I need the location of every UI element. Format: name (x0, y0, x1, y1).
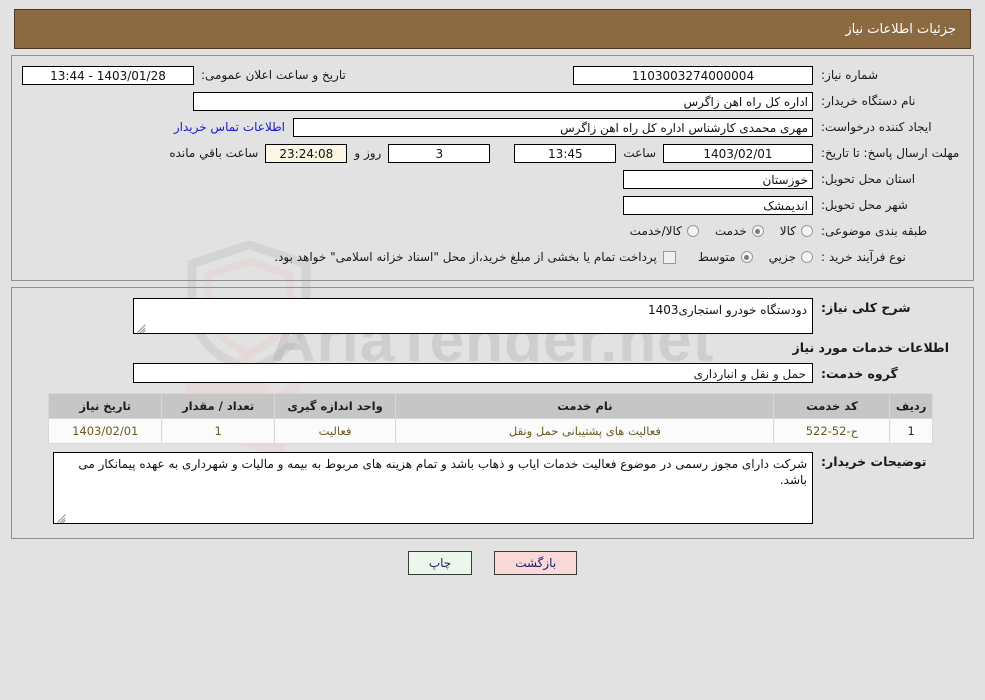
summary-textarea[interactable]: دودستگاه خودرو استجاری1403 (133, 298, 813, 334)
buyer-org-label: نام دستگاه خریدار: (821, 94, 916, 108)
button-bar: بازگشت چاپ (0, 551, 985, 575)
treasury-checkbox-label: پرداخت تمام یا بخشی از مبلغ خرید،از محل … (274, 250, 657, 264)
process-option-jozi[interactable]: جزیي (769, 250, 813, 264)
row-summary: شرح کلی نیاز: دودستگاه خودرو استجاری1403 (22, 298, 963, 334)
need-number-label: شماره نیاز: (821, 68, 878, 82)
creator-label: ایجاد کننده درخواست: (821, 120, 932, 134)
radio-icon[interactable] (686, 225, 699, 237)
need-info-panel: شماره نیاز: 1103003274000004 تاریخ و ساع… (11, 55, 974, 281)
category-option-label: کالا (779, 224, 796, 238)
category-radio-group: کالا خدمت کالا/خدمت (614, 224, 813, 238)
items-table-body: 1 ح-52-522 فعالیت های پشتیبانی حمل ونقل … (47, 418, 933, 444)
row-buyer-notes: توضیحات خریدار: شرکت دارای مجوز رسمی در … (22, 452, 963, 524)
category-option-label: کالا/خدمت (629, 224, 682, 238)
buyer-notes-value: شرکت دارای مجوز رسمی در موضوع فعالیت خدم… (78, 457, 807, 487)
summary-label: شرح کلی نیاز: (821, 300, 911, 315)
resize-grip-icon[interactable] (56, 510, 68, 523)
days-label: روز و (354, 146, 382, 160)
details-panel: شرح کلی نیاز: دودستگاه خودرو استجاری1403… (11, 287, 974, 539)
checkbox-icon[interactable] (662, 250, 676, 264)
items-table-head: ردیف کد خدمت نام خدمت واحد اندازه گیری ت… (47, 393, 933, 419)
radio-icon[interactable] (740, 251, 753, 263)
buyer-notes-textarea[interactable]: شرکت دارای مجوز رسمی در موضوع فعالیت خدم… (53, 452, 813, 524)
cell-date: 1403/02/01 (47, 418, 163, 444)
column-header-date: تاریخ نیاز (47, 393, 163, 419)
creator-value[interactable]: مهری محمدی کارشناس اداره کل راه اهن زاگر… (293, 117, 813, 137)
buyer-contact-link[interactable]: اطلاعات تماس خریدار (166, 120, 293, 134)
table-row: 1 ح-52-522 فعالیت های پشتیبانی حمل ونقل … (47, 418, 933, 444)
treasury-checkbox-item[interactable]: پرداخت تمام یا بخشی از مبلغ خرید،از محل … (274, 250, 676, 264)
need-number-value[interactable]: 1103003274000004 (573, 65, 813, 85)
process-option-label: متوسط (697, 250, 736, 264)
cell-unit: فعالیت (273, 418, 397, 444)
row-deadline: مهلت ارسال پاسخ: تا تاریخ: 1403/02/01 سا… (22, 142, 963, 164)
category-option-kala-khedmat[interactable]: کالا/خدمت (630, 224, 699, 238)
process-radio-group: جزیي متوسط (682, 250, 813, 264)
column-header-qty: تعداد / مقدار (161, 393, 275, 419)
cell-name: فعالیت های پشتیبانی حمل ونقل (395, 418, 775, 444)
column-header-code: کد خدمت (773, 393, 891, 419)
province-value[interactable]: خوزستان (623, 169, 813, 189)
print-button[interactable]: چاپ (407, 551, 473, 575)
remaining-hours-label: ساعت باقي مانده (169, 146, 259, 160)
row-category: طبقه بندی موضوعی: کالا خدمت کالا/خدمت (22, 220, 963, 242)
items-table-wrapper: ردیف کد خدمت نام خدمت واحد اندازه گیری ت… (42, 393, 963, 444)
radio-icon[interactable] (751, 225, 764, 237)
province-label: استان محل تحویل: (821, 172, 916, 186)
category-option-label: خدمت (714, 224, 747, 238)
resize-grip-icon[interactable] (136, 320, 148, 333)
process-option-motevaset[interactable]: متوسط (698, 250, 753, 264)
row-creator: ایجاد کننده درخواست: مهری محمدی کارشناس … (22, 116, 963, 138)
process-label: نوع فرآیند خرید : (821, 250, 906, 264)
cell-qty: 1 (161, 418, 275, 444)
table-header-row: ردیف کد خدمت نام خدمت واحد اندازه گیری ت… (47, 393, 933, 419)
cell-code: ح-52-522 (773, 418, 891, 444)
category-label: طبقه بندی موضوعی: (821, 224, 928, 238)
row-service-group: گروه خدمت: حمل و نقل و انبارداری (22, 363, 963, 383)
row-need-number: شماره نیاز: 1103003274000004 تاریخ و ساع… (22, 64, 963, 86)
countdown-value: 23:24:08 (265, 143, 348, 163)
page-title: جزئیات اطلاعات نیاز (845, 21, 956, 37)
category-option-khedmat[interactable]: خدمت (715, 224, 764, 238)
row-city: شهر محل تحویل: اندیمشک (22, 194, 963, 216)
hour-label: ساعت (623, 146, 656, 160)
services-section-title: اطلاعات خدمات مورد نیاز (792, 340, 950, 355)
announce-value[interactable]: 1403/01/28 - 13:44 (22, 65, 194, 85)
deadline-date-value[interactable]: 1403/02/01 (663, 143, 813, 163)
city-label: شهر محل تحویل: (821, 198, 908, 212)
service-group-label: گروه خدمت: (821, 365, 898, 381)
items-table: ردیف کد خدمت نام خدمت واحد اندازه گیری ت… (47, 393, 933, 444)
radio-icon[interactable] (801, 251, 813, 263)
page-header: جزئیات اطلاعات نیاز (14, 9, 971, 49)
back-button[interactable]: بازگشت (494, 551, 578, 575)
deadline-label: مهلت ارسال پاسخ: تا تاریخ: (821, 145, 960, 160)
row-province: استان محل تحویل: خوزستان (22, 168, 963, 190)
column-header-radif: ردیف (889, 393, 933, 419)
buyer-org-value[interactable]: اداره کل راه اهن زاگرس (193, 91, 813, 111)
cell-radif: 1 (889, 418, 933, 444)
process-option-label: جزیي (768, 250, 796, 264)
category-option-kala[interactable]: کالا (780, 224, 813, 238)
city-value[interactable]: اندیمشک (623, 195, 813, 215)
summary-value: دودستگاه خودرو استجاری1403 (647, 303, 807, 317)
buyer-notes-label: توضیحات خریدار: (821, 454, 927, 469)
deadline-time-value[interactable]: 13:45 (514, 143, 617, 163)
row-buyer-org: نام دستگاه خریدار: اداره کل راه اهن زاگر… (22, 90, 963, 112)
announce-label: تاریخ و ساعت اعلان عمومی: (201, 68, 346, 82)
column-header-name: نام خدمت (395, 393, 775, 419)
service-group-value[interactable]: حمل و نقل و انبارداری (133, 363, 813, 383)
radio-icon[interactable] (801, 225, 813, 237)
column-header-unit: واحد اندازه گیری (273, 393, 397, 419)
remaining-days-value[interactable]: 3 (388, 143, 491, 163)
row-process-type: نوع فرآیند خرید : جزیي متوسط پرداخت تمام… (22, 246, 963, 268)
